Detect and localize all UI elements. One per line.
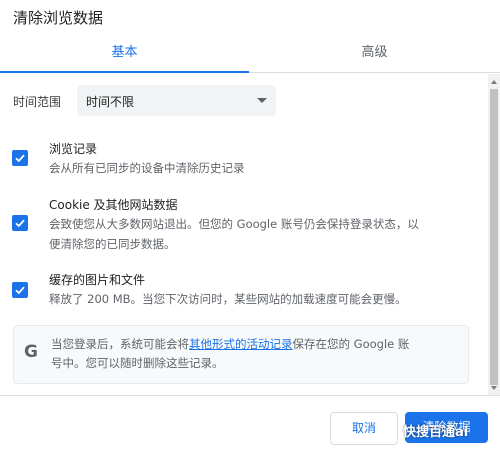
dropdown-arrow-icon [257, 98, 267, 103]
watermark: 快搜百通ai [403, 425, 469, 440]
scroll-up-arrow-icon[interactable] [491, 80, 497, 84]
cache-desc: 释放了 200 MB。当您下次访问时，某些网站的加载速度可能会更慢。 [49, 292, 407, 306]
info-text-before: 当您登录后，系统可能会将 [51, 337, 189, 351]
dialog-title: 清除浏览数据 [13, 9, 104, 27]
checkmark-icon [15, 219, 25, 228]
other-activity-link[interactable]: 其他形式的活动记录 [189, 337, 293, 351]
tab-advanced[interactable]: 高级 [250, 40, 499, 72]
info-text-line2: 号中。您可以随时删除这些记录。 [51, 356, 224, 370]
time-range-select[interactable]: 时间不限 [77, 85, 276, 116]
tab-bar: 基本 高级 [0, 40, 500, 73]
browsing-history-desc: 会从所有已同步的设备中清除历史记录 [49, 161, 245, 175]
scrollbar-thumb[interactable] [490, 89, 498, 385]
browsing-history-title: 浏览记录 [49, 142, 98, 156]
cache-title: 缓存的图片和文件 [49, 273, 146, 287]
checkmark-icon [15, 286, 25, 295]
sync-info-box: G 当您登录后，系统可能会将其他形式的活动记录保存在您的 Google 账 号中… [13, 325, 469, 384]
cookies-desc-line1: 会致使您从大多数网站退出。但您的 Google 账号仍会保持登录状态，以 [49, 217, 419, 231]
cache-checkbox[interactable] [12, 282, 28, 298]
checkmark-icon [15, 154, 25, 163]
footer-divider [0, 395, 500, 396]
time-range-label: 时间范围 [13, 95, 62, 109]
cookies-checkbox[interactable] [12, 215, 28, 231]
browsing-history-checkbox[interactable] [12, 150, 28, 166]
info-text-after: 保存在您的 Google 账 [292, 337, 410, 351]
scroll-down-arrow-icon[interactable] [491, 386, 497, 390]
google-g-icon: G [24, 342, 38, 362]
tab-basic[interactable]: 基本 [0, 40, 249, 73]
time-range-value: 时间不限 [86, 95, 135, 109]
cancel-button[interactable]: 取消 [330, 412, 398, 445]
cookies-desc-line2: 便清除您的已同步数据。 [49, 237, 176, 251]
cookies-title: Cookie 及其他网站数据 [49, 198, 178, 212]
sync-info-text: 当您登录后，系统可能会将其他形式的活动记录保存在您的 Google 账 号中。您… [51, 335, 461, 373]
